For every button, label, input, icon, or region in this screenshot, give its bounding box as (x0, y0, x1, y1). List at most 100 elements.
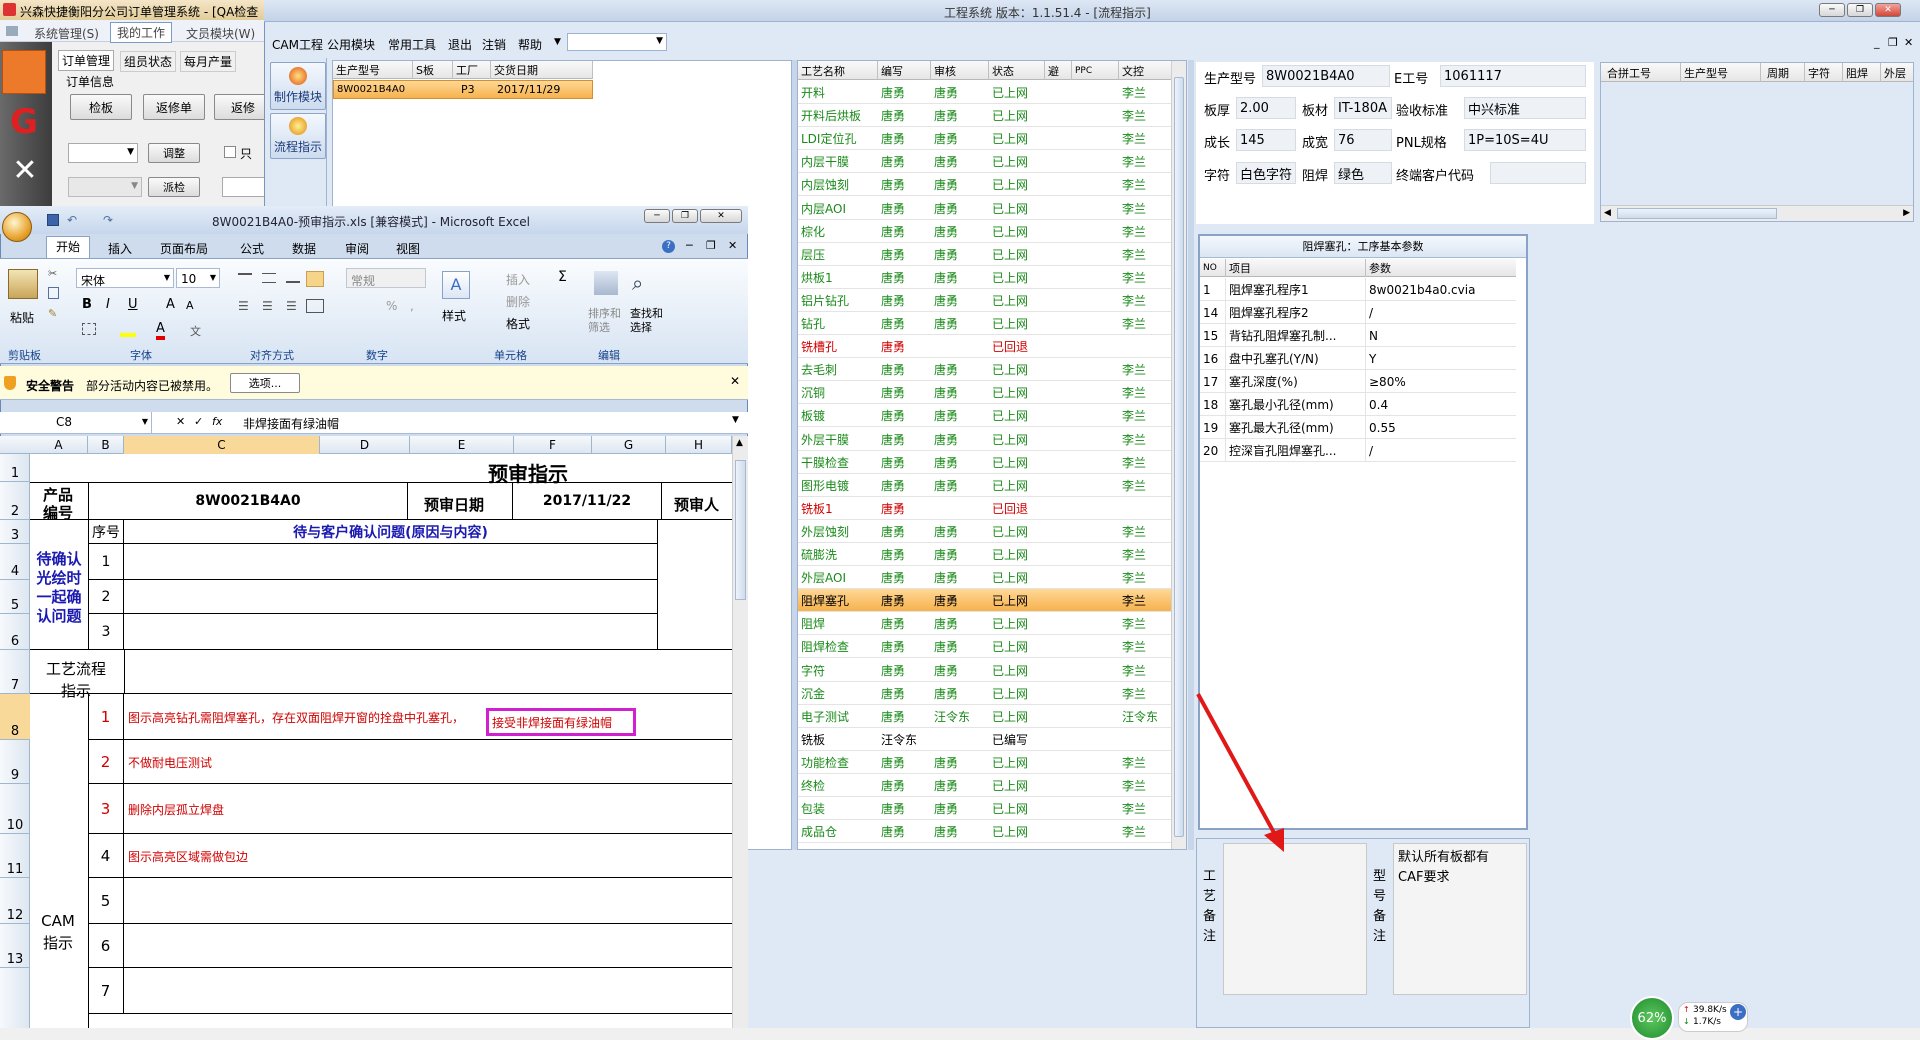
ribbon-minimize-icon[interactable]: ─ (686, 239, 693, 252)
col-merge-char[interactable]: 字符 (1805, 63, 1843, 82)
cam-seq-cell[interactable]: 4 (88, 834, 124, 878)
field-std[interactable]: 中兴标准 (1464, 97, 1586, 119)
column-header[interactable]: F (514, 436, 592, 454)
bg-orange-tile-icon[interactable] (2, 50, 46, 94)
row-header[interactable]: 8 (0, 694, 30, 740)
cam-seq-cell[interactable]: 2 (88, 740, 124, 784)
find-select-label[interactable]: 查找和选择 (630, 307, 666, 335)
menu-tools[interactable]: 常用工具 (388, 36, 436, 53)
column-header[interactable]: E (410, 436, 514, 454)
process-row[interactable]: 烘板1 唐勇 唐勇 已上网 李兰 (798, 266, 1171, 289)
process-row[interactable]: 图形电镀 唐勇 唐勇 已上网 李兰 (798, 474, 1171, 497)
seq-header-cell[interactable]: 序号 (88, 520, 124, 544)
menu-combo[interactable]: ▼ (567, 33, 667, 51)
merge-scroll-thumb[interactable] (1617, 208, 1777, 219)
underline-icon[interactable]: U (128, 297, 138, 312)
excel-close-button[interactable]: ✕ (700, 209, 742, 223)
mdi-restore-icon[interactable]: ❐ (1888, 36, 1898, 49)
params-row[interactable]: 19 塞孔最大孔径(mm) 0.55 (1200, 416, 1516, 439)
sort-filter-icon[interactable] (594, 271, 618, 295)
cut-icon[interactable]: ✂ (48, 267, 57, 280)
sheet-vscroll[interactable]: ▲ (732, 436, 748, 1028)
copy-icon[interactable] (48, 287, 59, 299)
align-top-icon[interactable] (238, 273, 252, 283)
align-left-icon[interactable]: ☰ (238, 299, 249, 313)
cam-seq-cell[interactable]: 3 (88, 784, 124, 834)
row-header[interactable]: 7 (0, 650, 30, 694)
row-header[interactable]: 5 (0, 580, 30, 614)
function-icon[interactable]: fx (212, 415, 222, 428)
styles-label[interactable]: 样式 (442, 307, 466, 324)
fill-color-icon[interactable] (120, 323, 136, 337)
process-row[interactable]: 开料后烘板 唐勇 唐勇 已上网 李兰 (798, 104, 1171, 128)
styles-icon[interactable]: A (442, 271, 470, 299)
confirm-issue-cell[interactable] (124, 614, 658, 650)
col-merge-cycle[interactable]: 周期 (1761, 63, 1805, 82)
align-right-icon[interactable]: ☰ (286, 299, 297, 313)
merge-grid-hscroll[interactable]: ◀ ▶ (1601, 205, 1913, 221)
process-row[interactable]: 阻焊 唐勇 唐勇 已上网 李兰 (798, 612, 1171, 636)
bg-btn-rework[interactable]: 返修 (214, 94, 270, 120)
maximize-button[interactable]: ❐ (1847, 3, 1873, 17)
side-btn-make[interactable]: 制作模块 (270, 62, 326, 110)
autosum-icon[interactable]: Σ (558, 269, 567, 285)
cam-item-cell[interactable]: 删除内层孤立焊盘 (124, 784, 732, 834)
process-row[interactable]: 干膜检查 唐勇 唐勇 已上网 李兰 (798, 451, 1171, 474)
minimize-button[interactable]: ─ (1819, 3, 1845, 17)
col-params-no[interactable]: NO (1200, 259, 1226, 277)
cell-c8-edit[interactable]: 接受非焊接面有绿油帽 (486, 708, 636, 736)
menu-cam[interactable]: CAM工程 (272, 36, 323, 53)
menu-exit[interactable]: 退出 (448, 36, 472, 53)
font-name-combo[interactable]: 宋体 ▼ (76, 268, 174, 288)
bg-tab-members[interactable]: 组员状态 (120, 51, 177, 72)
ribbon-tab-data[interactable]: 数据 (292, 240, 316, 257)
process-row[interactable]: 外层干膜 唐勇 唐勇 已上网 李兰 (798, 428, 1171, 451)
sort-filter-label[interactable]: 排序和筛选 (588, 307, 624, 335)
process-row[interactable]: 钻孔 唐勇 唐勇 已上网 李兰 (798, 312, 1171, 336)
params-row[interactable]: 14 阻焊塞孔程序2/ (1200, 301, 1516, 324)
process-row[interactable]: 铣板 汪令东 已编写 (798, 728, 1171, 751)
cam-seq-cell[interactable]: 5 (88, 878, 124, 924)
field-prod-model[interactable]: 8W0021B4A0 (1262, 65, 1390, 87)
params-row[interactable]: 15 背钻孔阻焊塞孔制... N (1200, 324, 1516, 347)
formula-expand-icon[interactable]: ▼ (732, 415, 739, 425)
process-row[interactable]: 阻焊检查 唐勇 唐勇 已上网 李兰 (798, 635, 1171, 659)
row-header[interactable]: 12 (0, 878, 30, 924)
row-header[interactable]: 3 (0, 520, 30, 544)
column-header[interactable]: C (124, 436, 320, 454)
process-row[interactable]: 内层蚀刻 唐勇 唐勇 已上网 李兰 (798, 173, 1171, 197)
row-header[interactable]: 13 (0, 924, 30, 968)
bg-btn-adjust[interactable]: 调整 (148, 143, 200, 163)
process-row[interactable]: 包装 唐勇 唐勇 已上网 李兰 (798, 797, 1171, 821)
col-ppc[interactable]: PPC (1072, 61, 1119, 80)
align-center-icon[interactable]: ☰ (262, 299, 273, 313)
col-avoid[interactable]: 避 (1045, 61, 1072, 80)
grow-font-icon[interactable]: A (166, 297, 175, 312)
process-row[interactable]: 终检 唐勇 唐勇 已上网 李兰 (798, 774, 1171, 798)
field-mask[interactable]: 绿色 (1334, 162, 1392, 184)
confirm-label[interactable]: 待确认光绘时一起确认问题 (32, 550, 86, 626)
cam-seq-cell[interactable]: 1 (88, 694, 124, 740)
params-row[interactable]: 1 阻焊塞孔程序1 8w0021b4a0.cvia (1200, 278, 1516, 301)
row-header[interactable]: 1 (0, 454, 30, 482)
field-e-no[interactable]: 1061117 (1440, 65, 1586, 87)
font-color-icon[interactable]: A (156, 321, 165, 340)
col-params-item[interactable]: 项目 (1226, 259, 1366, 277)
review-date-label[interactable]: 预审日期 (424, 494, 484, 515)
menu-help[interactable]: 帮助 (518, 36, 542, 53)
process-row[interactable]: 棕化 唐勇 唐勇 已上网 李兰 (798, 220, 1171, 243)
bg-tab-monthly[interactable]: 每月产量 (180, 51, 237, 72)
process-row[interactable]: 去毛刺 唐勇 唐勇 已上网 李兰 (798, 358, 1171, 382)
col-merge-outer[interactable]: 外层 (1881, 63, 1913, 82)
mdi-minimize-icon[interactable]: _ (1874, 36, 1880, 49)
formula-enter-icon[interactable]: ✓ (194, 415, 203, 428)
cam-item-cell[interactable]: 图示高亮钻孔需阻焊塞孔，存在双面阻焊开窗的拴盘中孔塞孔， (124, 694, 732, 740)
row-header[interactable]: 2 (0, 482, 30, 520)
product-no-cell[interactable]: 8W0021B4A0 (88, 482, 408, 520)
process-row[interactable]: 沉铜 唐勇 唐勇 已上网 李兰 (798, 381, 1171, 405)
field-cust[interactable] (1490, 162, 1586, 184)
issues-header-cell[interactable]: 待与客户确认问题(原因与内容) (124, 520, 658, 544)
field-length[interactable]: 145 (1236, 129, 1296, 151)
process-row[interactable]: 字符 唐勇 唐勇 已上网 李兰 (798, 659, 1171, 682)
col-merge-model[interactable]: 生产型号 (1681, 63, 1761, 82)
